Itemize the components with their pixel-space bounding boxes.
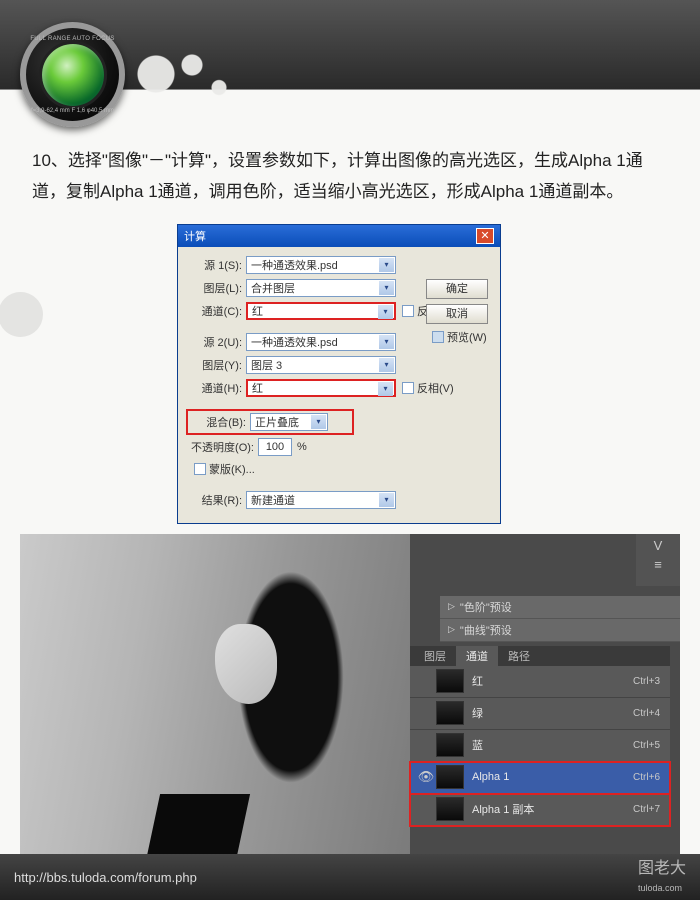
result-label: 结果(R): — [186, 492, 246, 508]
source1-select[interactable]: 一种通透效果.psd▾ — [246, 256, 396, 274]
close-icon[interactable]: ✕ — [476, 228, 494, 244]
camera-lens-logo: FULL RANGE AUTO FOCUS f=3,9-62,4 mm F 1,… — [20, 22, 125, 127]
channel-thumb — [436, 797, 464, 821]
blend-select[interactable]: 正片叠底▾ — [250, 413, 328, 431]
source2-layer-select[interactable]: 图层 3▾ — [246, 356, 396, 374]
cancel-button[interactable]: 取消 — [426, 304, 488, 324]
mask-checkbox-wrap[interactable]: 蒙版(K)... — [194, 461, 255, 477]
dialog-title: 计算 — [184, 228, 206, 244]
source1-layer-select[interactable]: 合并图层▾ — [246, 279, 396, 297]
chevron-down-icon[interactable]: ▾ — [379, 281, 394, 295]
opacity-input[interactable]: 100 — [258, 438, 292, 456]
channel-row-alpha1-copy[interactable]: Alpha 1 副本Ctrl+7 — [410, 794, 670, 826]
source1-label: 源 1(S): — [186, 257, 246, 273]
tutorial-step-text: 10、选择"图像"－"计算"，设置参数如下，计算出图像的高光选区，生成Alpha… — [32, 145, 668, 208]
eye-icon[interactable]: 👁 — [416, 769, 436, 785]
dialog-button-column: 确定 取消 预览(W) — [426, 279, 488, 345]
triangle-right-icon: ▷ — [448, 624, 455, 635]
chevron-down-icon[interactable]: ▾ — [311, 415, 326, 429]
chevron-down-icon[interactable]: ▾ — [378, 382, 393, 396]
chevron-down-icon[interactable]: ▾ — [379, 358, 394, 372]
screenshot-image-area: V ≡ ▷"色阶"预设 ▷"曲线"预设 图层 通道 路径 红Ctrl+3 绿Ct… — [20, 534, 680, 884]
chevron-down-icon[interactable]: ▾ — [379, 258, 394, 272]
invert1-checkbox[interactable] — [402, 305, 414, 317]
source2-select[interactable]: 一种通透效果.psd▾ — [246, 333, 396, 351]
lens-bottom-text: f=3,9-62,4 mm F 1,6 φ40,5 mm — [26, 108, 119, 114]
source1-channel-select[interactable]: 红▾ — [246, 302, 396, 320]
portrait-photo — [20, 534, 410, 884]
tab-channels[interactable]: 通道 — [456, 646, 498, 666]
source2-channel-select[interactable]: 红▾ — [246, 379, 396, 397]
photoshop-panels: V ≡ ▷"色阶"预设 ▷"曲线"预设 图层 通道 路径 红Ctrl+3 绿Ct… — [410, 534, 680, 884]
invert2-checkbox[interactable] — [402, 382, 414, 394]
v-icon[interactable]: V — [648, 538, 668, 554]
triangle-right-icon: ▷ — [448, 601, 455, 612]
blend-label: 混合(B): — [190, 414, 250, 430]
channel-thumb — [436, 669, 464, 693]
preview-label: 预览(W) — [447, 329, 487, 345]
source1-layer-label: 图层(L): — [186, 280, 246, 296]
channel-row-red[interactable]: 红Ctrl+3 — [410, 666, 670, 698]
dialog-titlebar[interactable]: 计算 ✕ — [178, 225, 500, 247]
opacity-unit: % — [297, 441, 307, 453]
channel-thumb — [436, 733, 464, 757]
channel-row-green[interactable]: 绿Ctrl+4 — [410, 698, 670, 730]
ink-splatter-decoration — [120, 38, 300, 128]
tab-paths[interactable]: 路径 — [498, 646, 540, 666]
source2-label: 源 2(U): — [186, 334, 246, 350]
source1-channel-label: 通道(C): — [186, 303, 246, 319]
preview-checkbox-wrap[interactable]: 预览(W) — [432, 329, 488, 345]
source2-invert-wrap[interactable]: 反相(V) — [402, 380, 454, 396]
menu-icon[interactable]: ≡ — [648, 557, 668, 573]
levels-preset-row[interactable]: ▷"色阶"预设 — [440, 596, 680, 619]
calculations-dialog: 计算 ✕ 确定 取消 预览(W) 源 1(S): 一种通透效果.psd▾ 图层(… — [177, 224, 501, 524]
channels-list: 红Ctrl+3 绿Ctrl+4 蓝Ctrl+5 👁Alpha 1Ctrl+6 A… — [410, 666, 670, 826]
mask-checkbox[interactable] — [194, 463, 206, 475]
lens-glass-icon — [39, 41, 107, 109]
source2-layer-label: 图层(Y): — [186, 357, 246, 373]
footer-url: http://bbs.tuloda.com/forum.php — [14, 870, 197, 885]
side-toolbar: V ≡ — [636, 534, 680, 586]
curves-preset-row[interactable]: ▷"曲线"预设 — [440, 619, 680, 642]
page-footer: http://bbs.tuloda.com/forum.php 图老大 tulo… — [0, 854, 700, 900]
tab-layers[interactable]: 图层 — [414, 646, 456, 666]
chevron-down-icon[interactable]: ▾ — [379, 493, 394, 507]
channel-row-blue[interactable]: 蓝Ctrl+5 — [410, 730, 670, 762]
footer-logo: 图老大 tuloda.com — [638, 854, 686, 896]
result-select[interactable]: 新建通道▾ — [246, 491, 396, 509]
chevron-down-icon[interactable]: ▾ — [379, 335, 394, 349]
channel-thumb — [436, 701, 464, 725]
chevron-down-icon[interactable]: ▾ — [378, 305, 393, 319]
opacity-label: 不透明度(O): — [186, 439, 258, 455]
ok-button[interactable]: 确定 — [426, 279, 488, 299]
presets-list: ▷"色阶"预设 ▷"曲线"预设 — [440, 596, 680, 642]
channel-thumb — [436, 765, 464, 789]
preview-checkbox[interactable] — [432, 331, 444, 343]
source2-channel-label: 通道(H): — [186, 380, 246, 396]
panel-tab-bar: 图层 通道 路径 — [410, 646, 670, 666]
channel-row-alpha1[interactable]: 👁Alpha 1Ctrl+6 — [410, 762, 670, 794]
content-area: 10、选择"图像"－"计算"，设置参数如下，计算出图像的高光选区，生成Alpha… — [0, 90, 700, 524]
